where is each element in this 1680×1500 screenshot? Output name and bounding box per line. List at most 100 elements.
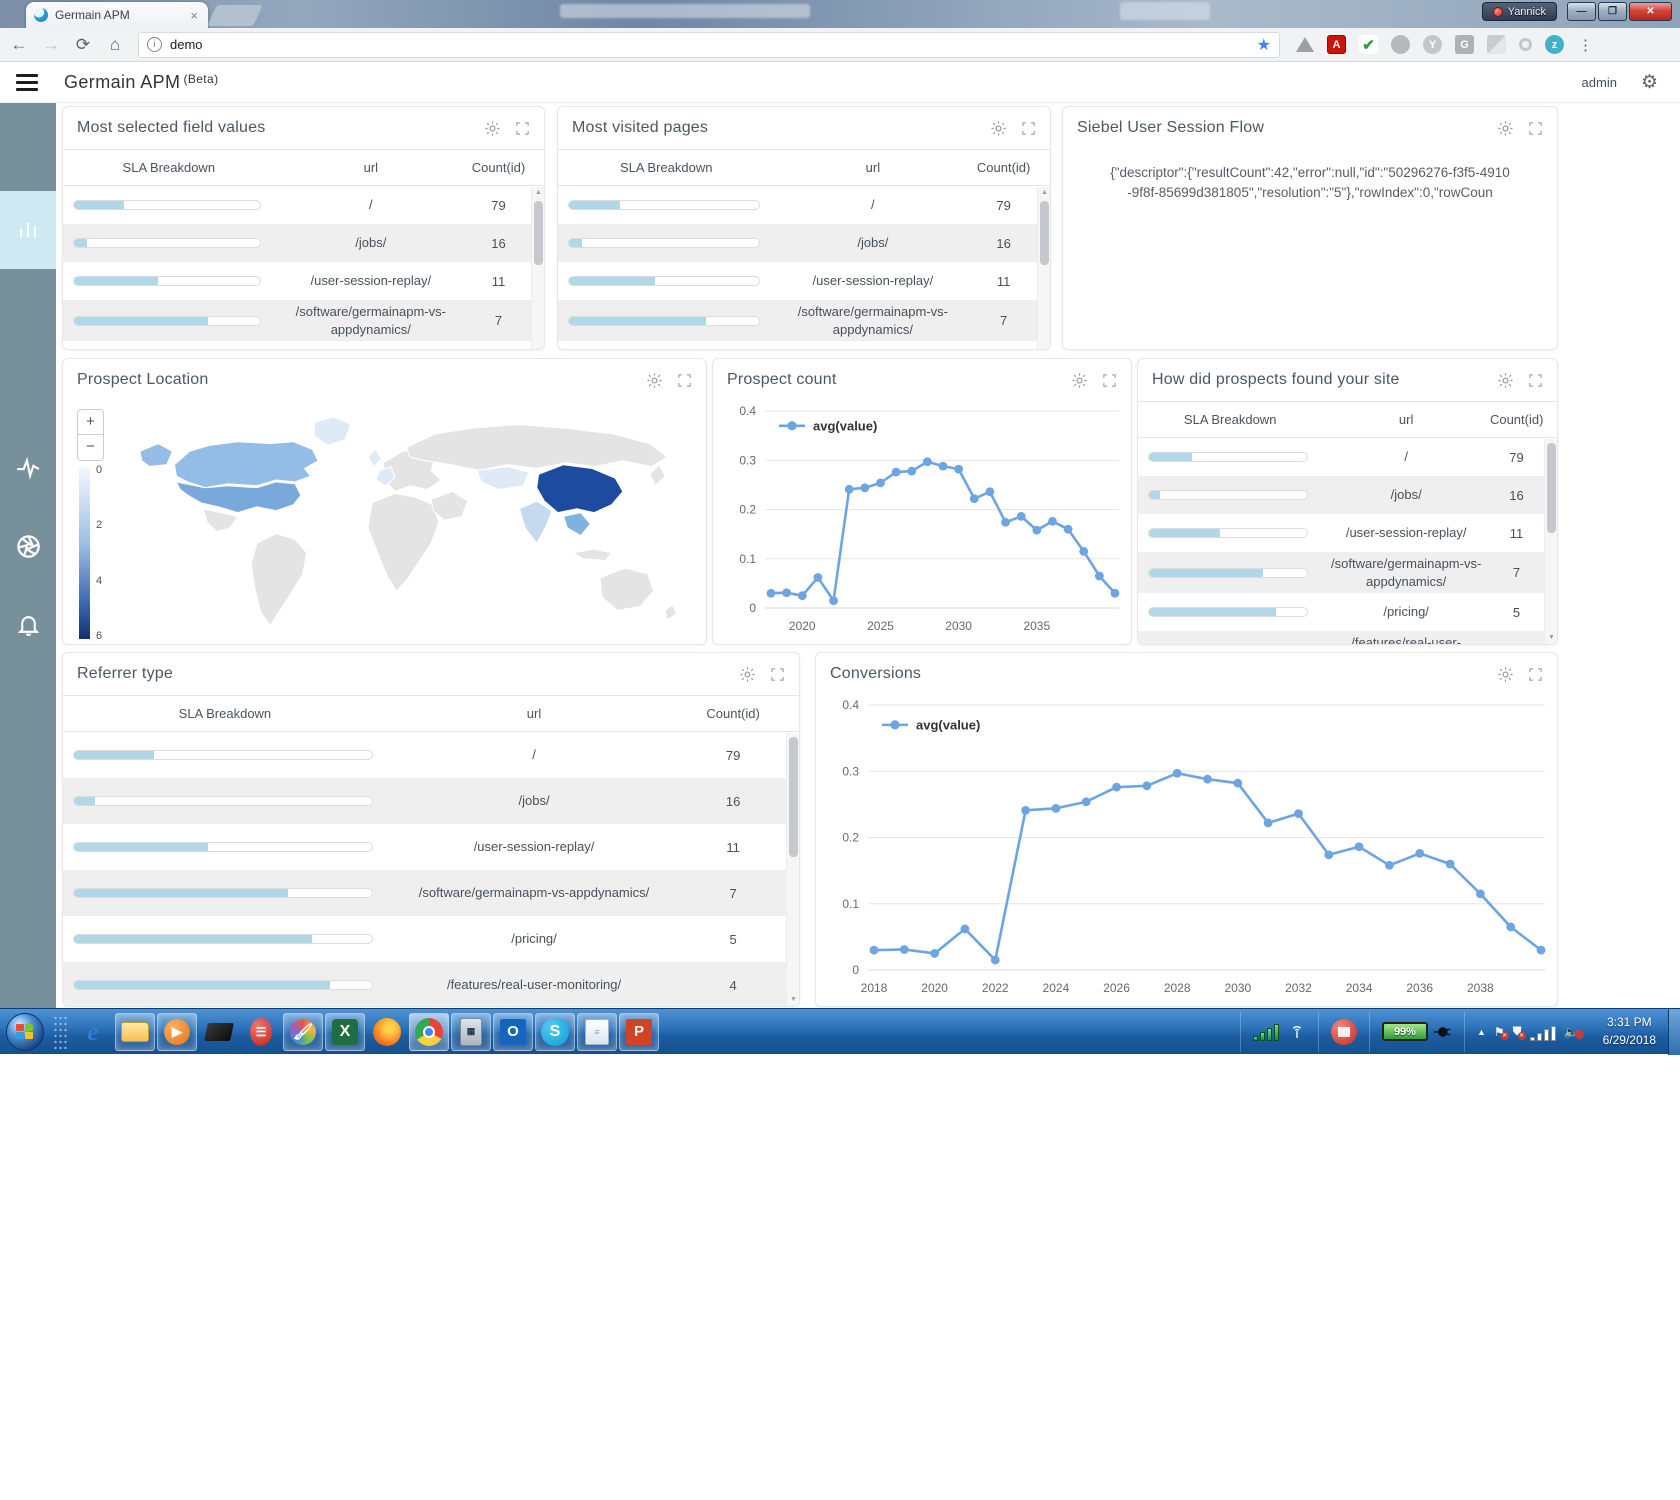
forward-icon[interactable]: → (38, 35, 64, 55)
taskbar-laptop-app[interactable] (199, 1013, 239, 1051)
taskbar-powerpoint[interactable]: P (619, 1013, 659, 1051)
table-row[interactable]: /user-session-replay/11 (63, 262, 544, 300)
hamburger-menu-icon[interactable] (16, 74, 38, 91)
home-icon[interactable]: ⌂ (102, 35, 128, 55)
table-row[interactable]: /jobs/16 (558, 224, 1050, 262)
table-row[interactable]: /79 (63, 732, 799, 778)
taskbar-outlook[interactable]: O (493, 1013, 533, 1051)
security-app-group[interactable] (1318, 1012, 1369, 1052)
panel-gear-icon[interactable] (484, 120, 501, 137)
table-row[interactable]: /software/germainapm-vs-appdynamics/7 (63, 300, 544, 341)
table-row[interactable]: /jobs/16 (63, 224, 544, 262)
update-error-icon[interactable]: ⛊✕ (1513, 1024, 1522, 1039)
volume-muted-icon[interactable]: 🔈🚫 (1564, 1025, 1579, 1039)
scrollbar[interactable]: ▲ (531, 187, 544, 349)
panel-gear-icon[interactable] (646, 372, 663, 389)
country-usa[interactable] (176, 482, 301, 513)
taskbar-shopping-app[interactable]: ☰ (241, 1013, 281, 1051)
country-australia[interactable] (600, 568, 654, 610)
panel-fullscreen-icon[interactable] (677, 373, 692, 388)
taskbar-notepad[interactable]: ≡ (577, 1013, 617, 1051)
country-new-zealand[interactable] (665, 605, 677, 620)
page-info-icon[interactable]: i (147, 37, 162, 52)
panel-fullscreen-icon[interactable] (1528, 373, 1543, 388)
taskbar-media-player[interactable]: ▶ (157, 1013, 197, 1051)
bookmark-star-icon[interactable]: ★ (1257, 35, 1271, 55)
panel-gear-icon[interactable] (1071, 372, 1088, 389)
g-icon[interactable]: G (1455, 35, 1474, 54)
browser-tab[interactable]: Germain APM × (26, 2, 208, 28)
table-row[interactable]: /user-session-replay/11 (63, 824, 799, 870)
sidebar-item-monitoring[interactable] (0, 429, 56, 507)
table-row[interactable]: /user-session-replay/11 (558, 262, 1050, 300)
panel-fullscreen-icon[interactable] (1021, 121, 1036, 136)
panel-gear-icon[interactable] (1497, 120, 1514, 137)
panel-fullscreen-icon[interactable] (1528, 667, 1543, 682)
taskbar-internet-explorer[interactable]: e (73, 1013, 113, 1051)
country-kazakhstan[interactable] (477, 467, 529, 490)
country-south-america[interactable] (251, 534, 307, 626)
taskbar-file-explorer[interactable] (115, 1013, 155, 1051)
table-row[interactable]: /features/real-user-monitoring/4 (63, 962, 799, 1006)
country-canada[interactable] (174, 442, 318, 488)
country-india[interactable] (519, 501, 552, 543)
minimize-button[interactable]: — (1567, 2, 1596, 21)
table-row[interactable]: /pricing/5 (1138, 593, 1557, 631)
admin-user-label[interactable]: admin (1582, 75, 1617, 90)
table-row[interactable]: /79 (558, 186, 1050, 224)
table-row[interactable]: /79 (63, 186, 544, 224)
reload-icon[interactable]: ⟳ (70, 35, 96, 55)
panel-gear-icon[interactable] (739, 666, 756, 683)
country-japan[interactable] (650, 465, 665, 486)
sidebar-item-analytics[interactable] (0, 507, 56, 585)
shape-icon[interactable] (1487, 35, 1506, 54)
taskbar-firefox[interactable] (367, 1013, 407, 1051)
close-button[interactable]: ✕ (1629, 2, 1672, 21)
panel-fullscreen-icon[interactable] (515, 121, 530, 136)
country-vietnam[interactable] (564, 513, 591, 536)
settings-gear-icon[interactable]: ⚙ (1641, 71, 1658, 94)
drive-icon[interactable] (1296, 37, 1314, 52)
url-text[interactable]: demo (170, 37, 1257, 52)
z-icon[interactable]: z (1545, 35, 1564, 54)
panel-fullscreen-icon[interactable] (1528, 121, 1543, 136)
country-russia[interactable] (406, 424, 667, 470)
tab-close-icon[interactable]: × (188, 8, 200, 23)
world-map[interactable]: + − 0 2 4 6 (63, 401, 706, 644)
table-row[interactable]: /software/germainapm-vs-appdynamics/7 (558, 300, 1050, 341)
taskbar-calculator[interactable]: ▦ (451, 1013, 491, 1051)
network-meter-group[interactable] (1240, 1012, 1318, 1052)
y-icon[interactable]: Y (1423, 35, 1442, 54)
country-mexico[interactable] (203, 509, 238, 532)
pdf-icon[interactable]: A (1327, 35, 1346, 54)
action-center-flag-icon[interactable]: ⚑✕ (1494, 1025, 1505, 1039)
table-row[interactable]: /user-session-replay/11 (1138, 514, 1557, 552)
table-row[interactable]: /software/germainapm-vs-appdynamics/7 (1138, 552, 1557, 593)
network-tray-icon[interactable] (1530, 1023, 1556, 1041)
table-row[interactable]: /jobs/16 (63, 778, 799, 824)
table-row[interactable]: /pricing/5 (63, 916, 799, 962)
taskbar-skype[interactable]: S (535, 1013, 575, 1051)
table-row[interactable]: /pricing/5 (558, 341, 1050, 349)
map-zoom-in-button[interactable]: + (77, 409, 104, 435)
ring-icon[interactable] (1519, 38, 1532, 51)
taskbar-chrome[interactable] (409, 1013, 449, 1051)
back-icon[interactable]: ← (6, 35, 32, 55)
country-uk[interactable] (368, 449, 381, 466)
scrollbar[interactable]: ▲ (1037, 187, 1050, 349)
table-row[interactable]: /features/real-user-monitoring/4 (1138, 631, 1557, 644)
panel-fullscreen-icon[interactable] (770, 667, 785, 682)
battery-group[interactable]: 99% (1369, 1012, 1464, 1052)
sidebar-item-dashboards[interactable] (0, 191, 56, 269)
country-china[interactable] (537, 465, 623, 513)
panel-gear-icon[interactable] (1497, 372, 1514, 389)
scrollbar[interactable]: ▼ (1544, 439, 1557, 644)
country-alaska[interactable] (140, 444, 173, 467)
taskbar-clock[interactable]: 3:31 PM 6/29/2018 (1591, 1014, 1668, 1049)
restore-button[interactable]: ❐ (1598, 2, 1627, 21)
spellcheck-icon[interactable]: ✔ (1359, 35, 1378, 54)
taskbar-paint[interactable]: 🖌 (283, 1013, 323, 1051)
country-africa[interactable] (368, 493, 439, 591)
map-zoom-out-button[interactable]: − (77, 435, 104, 461)
browser-menu-icon[interactable]: ⋮ (1578, 36, 1593, 54)
